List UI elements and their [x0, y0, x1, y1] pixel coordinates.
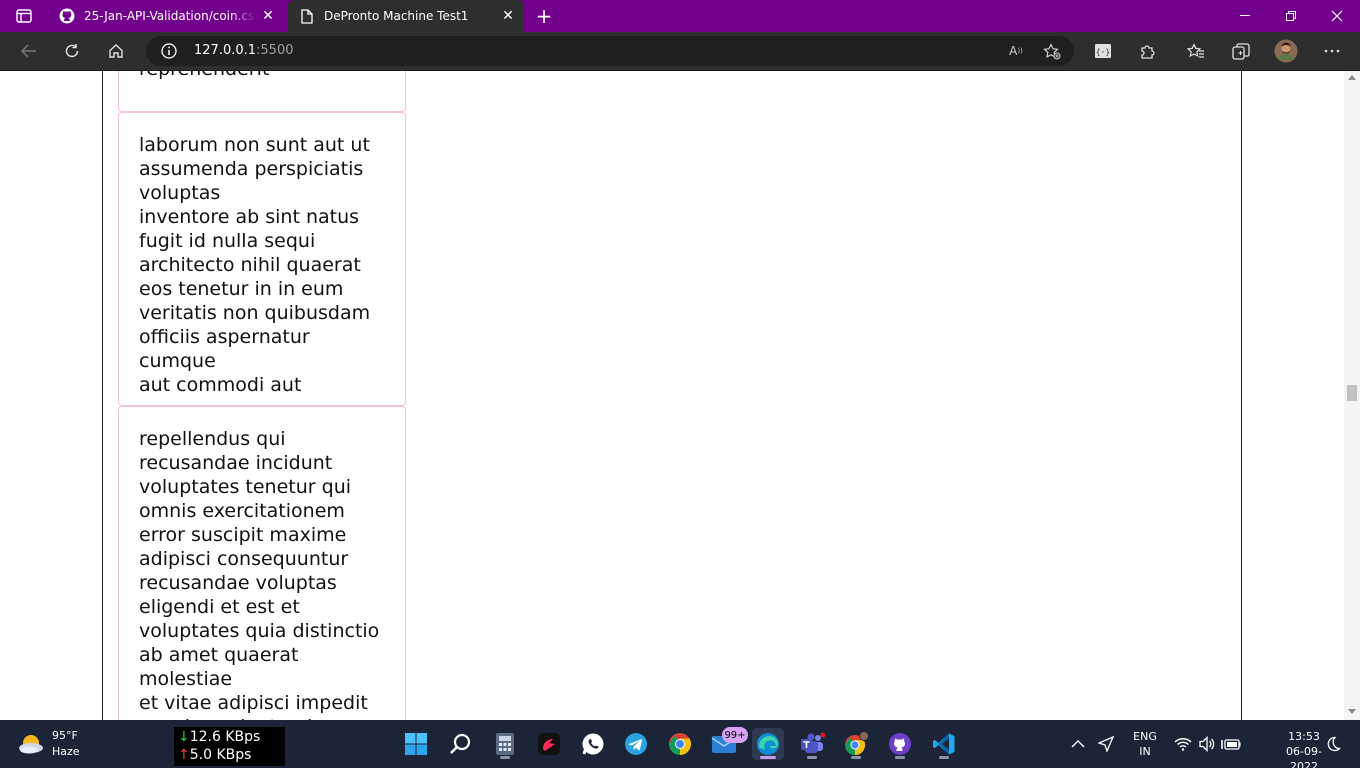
close-tab-icon[interactable]: ✕	[256, 4, 280, 28]
running-indicator	[807, 756, 817, 759]
vscode-icon[interactable]	[928, 728, 960, 760]
weather-temp: 95°F	[52, 729, 78, 742]
upload-speed: 5.0 KBps	[189, 747, 252, 763]
favorites-icon[interactable]	[1181, 37, 1211, 65]
post-card: reprehenderit	[118, 71, 406, 112]
search-icon[interactable]	[445, 728, 477, 760]
page-icon	[298, 7, 316, 25]
chrome-profile-icon[interactable]	[840, 728, 872, 760]
running-indicator	[895, 756, 905, 759]
scroll-up-icon[interactable]	[1348, 75, 1356, 80]
post-card: laborum non sunt aut ut assumenda perspi…	[118, 112, 406, 406]
browser-toolbar: 127.0.0.1:5500 A)) {·}	[0, 32, 1360, 71]
focus-moon-icon[interactable]	[1323, 734, 1343, 754]
taskbar: 95°F Haze ↓12.6 KBps ↑5.0 KBps ENG IN 13…	[0, 720, 1360, 773]
language-indicator[interactable]: ENG IN	[1130, 729, 1160, 759]
start-icon[interactable]	[400, 728, 432, 760]
weather-widget[interactable]: 95°F Haze	[16, 728, 80, 760]
page-viewport: reprehenderit laborum non sunt aut ut as…	[0, 71, 1344, 720]
restore-icon[interactable]	[1268, 0, 1314, 32]
whatsapp-icon[interactable]	[577, 728, 609, 760]
home-icon[interactable]	[101, 37, 131, 65]
download-speed: 12.6 KBps	[189, 729, 261, 745]
weather-haze-icon	[16, 729, 46, 759]
page-scrollbar[interactable]	[1344, 71, 1360, 720]
tab-title: DePronto Machine Test1	[324, 9, 469, 23]
running-indicator	[760, 756, 776, 759]
weather-condition: Haze	[52, 745, 80, 758]
address-bar[interactable]: 127.0.0.1:5500 A))	[146, 36, 1074, 66]
read-aloud-icon[interactable]: A))	[1006, 42, 1026, 60]
url-host: 127.0.0.1	[194, 43, 257, 58]
post-card-text: laborum non sunt aut ut assumenda perspi…	[139, 134, 371, 396]
github-desktop-icon[interactable]	[884, 728, 916, 760]
tab-title: 25-Jan-API-Validation/coin.css at	[84, 9, 256, 23]
calculator-icon[interactable]	[489, 728, 521, 760]
profile-avatar[interactable]	[1271, 37, 1301, 65]
refresh-icon[interactable]	[57, 37, 87, 65]
close-window-icon[interactable]	[1314, 0, 1360, 32]
location-arrow-icon[interactable]	[1096, 734, 1116, 754]
telegram-icon[interactable]	[620, 728, 652, 760]
running-indicator	[939, 756, 949, 759]
extension-devtools-icon[interactable]: {·}	[1088, 37, 1118, 65]
tab-github[interactable]: 25-Jan-API-Validation/coin.css at ✕	[48, 0, 284, 32]
chrome-icon[interactable]	[664, 728, 696, 760]
post-card: repellendus qui recusandae incidunt volu…	[118, 406, 406, 720]
scroll-down-icon[interactable]	[1348, 709, 1356, 714]
post-card-text: reprehenderit	[139, 71, 269, 81]
tab-strip: 25-Jan-API-Validation/coin.css at ✕ DePr…	[0, 0, 1360, 32]
wifi-icon[interactable]	[1173, 734, 1193, 754]
scroll-thumb[interactable]	[1347, 385, 1357, 401]
container-border-left	[102, 71, 103, 720]
minimize-icon[interactable]	[1222, 0, 1268, 32]
back-icon[interactable]	[14, 37, 44, 65]
chevron-up-icon[interactable]	[1068, 734, 1088, 754]
github-icon	[58, 7, 76, 25]
battery-icon[interactable]	[1221, 734, 1241, 754]
collections-icon[interactable]	[1226, 37, 1256, 65]
post-card-text: repellendus qui recusandae incidunt volu…	[139, 428, 380, 720]
tab-depronto[interactable]: DePronto Machine Test1 ✕	[288, 0, 524, 32]
svg-text:{·}: {·}	[1096, 48, 1110, 57]
url-text[interactable]: 127.0.0.1:5500	[194, 43, 294, 58]
language-line1: ENG	[1133, 730, 1157, 743]
network-speed-meter: ↓12.6 KBps ↑5.0 KBps	[174, 727, 285, 766]
extensions-icon[interactable]	[1132, 37, 1162, 65]
edge-icon[interactable]	[752, 728, 784, 760]
more-menu-icon[interactable]	[1317, 37, 1347, 65]
mail-notification-badge: 99+	[722, 727, 748, 743]
close-tab-icon[interactable]: ✕	[496, 4, 520, 28]
url-port: :5500	[256, 43, 294, 58]
add-favorite-icon[interactable]	[1042, 42, 1062, 60]
app-red-icon[interactable]	[533, 728, 565, 760]
teams-icon[interactable]	[796, 728, 828, 760]
running-indicator	[851, 756, 861, 759]
container-border-right	[1241, 71, 1242, 720]
volume-icon[interactable]	[1197, 734, 1217, 754]
info-icon[interactable]	[160, 42, 178, 60]
tab-actions-icon[interactable]	[10, 6, 38, 26]
language-line2: IN	[1139, 745, 1151, 758]
new-tab-icon[interactable]: +	[532, 4, 556, 28]
running-indicator	[500, 756, 510, 759]
